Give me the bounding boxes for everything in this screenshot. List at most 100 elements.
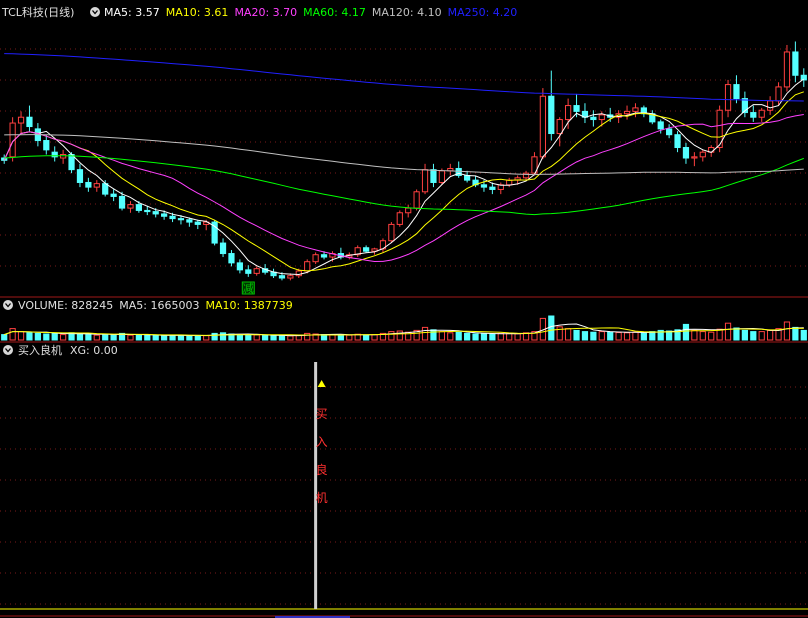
price-panel-title: TCL科技(日线) <box>1 5 74 19</box>
volume-bar <box>565 328 572 341</box>
candle-body <box>632 107 639 112</box>
volume-bar <box>76 333 84 341</box>
volume-bar <box>110 334 117 341</box>
volume-bar <box>724 322 732 341</box>
candle-body <box>691 156 698 159</box>
candle-body <box>161 213 168 217</box>
candle-body <box>169 215 176 220</box>
candle-body <box>102 183 109 195</box>
volume-bar <box>800 329 807 341</box>
volume-bar <box>127 334 134 341</box>
volume-bar <box>371 334 378 341</box>
volume-bar <box>329 334 336 341</box>
indicator-panel-title: 买入良机 <box>18 343 62 357</box>
volume-bar <box>245 334 252 341</box>
volume-bar <box>506 332 513 341</box>
legend-ma5: MA5: 1665003 <box>119 299 199 312</box>
candle-body <box>480 184 488 188</box>
candle-body <box>253 268 260 274</box>
volume-bar <box>581 331 589 341</box>
volume-bar <box>691 329 698 341</box>
volume-bar <box>455 331 462 341</box>
candle-body <box>127 204 134 209</box>
candle-body <box>430 169 437 183</box>
volume-bar <box>388 331 395 341</box>
candle-body <box>135 204 142 211</box>
volume-bar <box>783 321 791 341</box>
candle-body <box>17 116 25 124</box>
volume-bar <box>548 315 555 341</box>
volume-bar <box>421 326 429 341</box>
volume-bar <box>758 331 765 341</box>
volume-bar <box>472 333 479 341</box>
volume-bar <box>219 332 227 341</box>
volume-bar <box>708 331 715 341</box>
candle-body <box>598 114 605 121</box>
candle-body <box>144 209 151 213</box>
volume-bar <box>632 331 639 341</box>
legend-ma5: MA5: 3.57 <box>104 6 160 19</box>
candle-body <box>792 51 799 76</box>
volume-bar <box>253 334 260 341</box>
volume-bar <box>438 331 445 341</box>
legend-ma20: MA20: 3.70 <box>234 6 297 19</box>
candle-body <box>194 221 201 225</box>
price-panel-menu-button[interactable] <box>90 7 100 17</box>
signal-text-char: 入 <box>316 435 328 449</box>
candle-body <box>85 181 92 188</box>
volume-bar <box>186 335 193 341</box>
candle-body <box>236 262 243 271</box>
volume-bar <box>262 334 269 341</box>
indicator-panel-header: 买入良机 XG: 0.00 <box>3 343 118 357</box>
candle-body <box>775 86 782 102</box>
volume-bar <box>590 331 597 341</box>
volume-panel-menu-button[interactable] <box>3 300 13 310</box>
volume-legend: VOLUME: 828245 MA5: 1665003 MA10: 1387739 <box>18 299 293 312</box>
volume-bar <box>161 335 168 341</box>
stock-chart: TCL科技(日线) MA5: 3.57 MA10: 3.61 MA20: 3.70 M… <box>0 0 808 618</box>
candle-body <box>26 116 33 128</box>
candle-body <box>573 105 580 112</box>
candle-body <box>623 110 631 115</box>
legend-volume: VOLUME: 828245 <box>18 299 113 312</box>
legend-ma60: MA60: 4.17 <box>303 6 366 19</box>
volume-bar <box>682 323 690 341</box>
volume-bar <box>43 333 50 341</box>
volume-bar <box>9 328 16 341</box>
volume-bar <box>573 329 580 341</box>
volume-bar <box>270 335 277 341</box>
volume-bar <box>514 333 521 341</box>
candle-body <box>438 170 445 183</box>
volume-bar <box>489 333 496 341</box>
candle-body <box>396 212 403 225</box>
volume-bar <box>1 334 8 341</box>
candle-body <box>93 183 100 188</box>
volume-bar <box>598 331 605 341</box>
volume-bar <box>556 326 563 341</box>
volume-bar <box>447 332 454 341</box>
candle-body <box>733 84 740 100</box>
candle-body <box>118 195 126 209</box>
volume-bar <box>102 333 109 341</box>
volume-bar <box>792 326 799 341</box>
candle-body <box>152 211 159 215</box>
candle-body <box>783 51 791 88</box>
candle-body <box>590 116 597 121</box>
candle-body <box>750 112 757 118</box>
volume-bar <box>287 335 294 341</box>
candle-body <box>110 193 117 197</box>
volume-bar <box>60 334 67 341</box>
signal-bar <box>314 362 318 609</box>
volume-bar <box>34 332 41 341</box>
volume-panel-header: VOLUME: 828245 MA5: 1665003 MA10: 1387739 <box>3 299 293 312</box>
legend-ma10: MA10: 1387739 <box>205 299 292 312</box>
legend-ma120: MA120: 4.10 <box>372 6 442 19</box>
volume-bar <box>767 329 774 341</box>
candle-body <box>245 269 252 274</box>
indicator-panel-menu-button[interactable] <box>3 345 13 355</box>
candle-body <box>548 95 555 135</box>
candle-body <box>682 147 690 159</box>
indicator-legend: XG: 0.00 <box>70 344 118 357</box>
reduce-tag-text: 减 <box>243 282 254 295</box>
candle-body <box>388 223 395 242</box>
